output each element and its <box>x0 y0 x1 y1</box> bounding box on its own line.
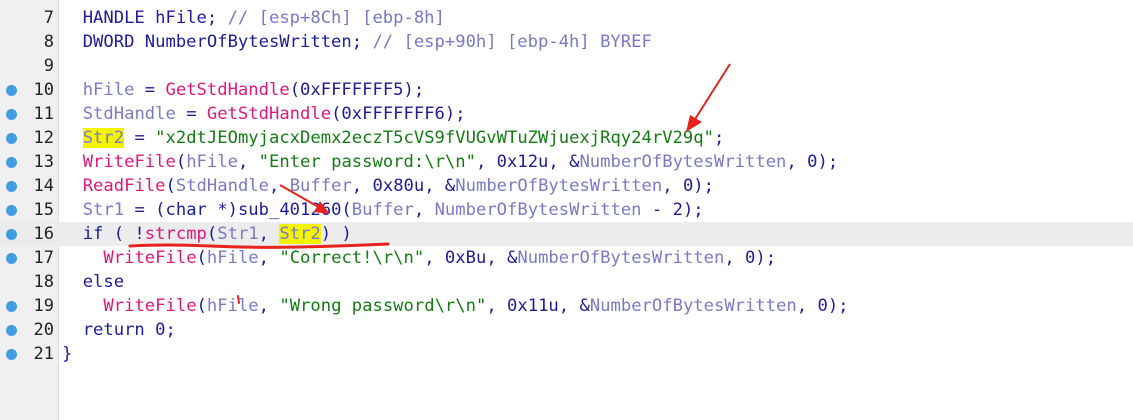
red-underline-icon <box>128 242 390 249</box>
red-arrow-icon <box>279 184 330 214</box>
red-arrow-icon <box>686 63 731 132</box>
red-mark-icon <box>237 295 240 304</box>
annotation-overlay <box>128 63 731 304</box>
